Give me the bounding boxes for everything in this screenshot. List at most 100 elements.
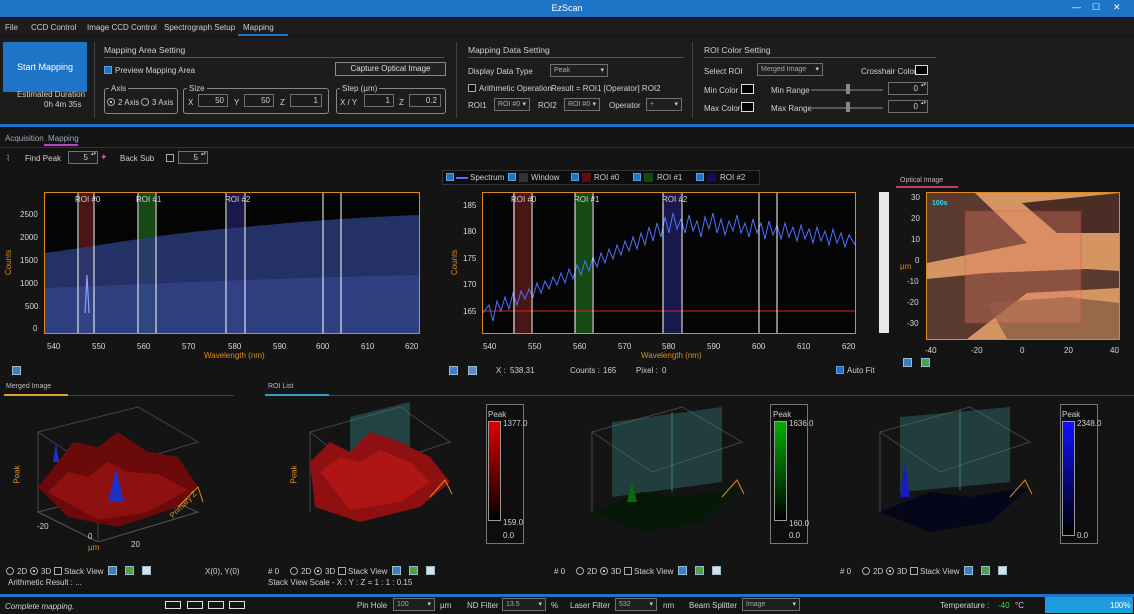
tab-mapping[interactable]: Mapping [48, 134, 79, 143]
auto-fit-checkbox[interactable] [836, 366, 844, 374]
pinhole-select[interactable]: 100 [393, 598, 435, 611]
max-color-swatch[interactable] [741, 102, 754, 112]
roi1-2d-radio[interactable] [576, 567, 584, 575]
y-axis-label: µm [900, 262, 912, 271]
menu-ccd-control[interactable]: CCD Control [31, 23, 76, 32]
peak-icon[interactable]: ⌇ [6, 153, 18, 163]
tab-optical-image[interactable]: Optical Image [900, 177, 943, 184]
maximize-icon[interactable]: ☐ [1092, 2, 1100, 13]
step-z-input[interactable]: 0.2 [409, 94, 441, 107]
tab-merged-image[interactable]: Merged Image [6, 383, 51, 390]
min-color-label: Min Color [704, 86, 739, 95]
colorbar-max: 2348.0 [1077, 419, 1102, 428]
max-range-input[interactable]: 0 [888, 100, 928, 113]
size-y-input[interactable]: 50 [244, 94, 274, 107]
menu-mapping[interactable]: Mapping [243, 23, 274, 32]
save-3d-icon[interactable] [964, 566, 973, 575]
export-3d-icon[interactable] [409, 566, 418, 575]
export-3d-icon[interactable] [981, 566, 990, 575]
min-range-slider-handle[interactable] [846, 84, 850, 94]
min-color-swatch[interactable] [741, 84, 754, 94]
step-xy-input[interactable]: 1 [364, 94, 394, 107]
find-peak-icon[interactable]: ✦ [100, 152, 110, 162]
export-image-icon[interactable] [921, 358, 930, 367]
menu-spectrograph-setup[interactable]: Spectrograph Setup [164, 23, 235, 32]
copy-3d-icon[interactable] [142, 566, 151, 575]
crosshair-color-swatch[interactable] [915, 65, 928, 75]
close-icon[interactable]: ✕ [1113, 2, 1121, 13]
save-3d-icon[interactable] [108, 566, 117, 575]
merged-3d-plot[interactable] [28, 402, 228, 543]
preview-mapping-checkbox[interactable] [104, 66, 112, 74]
copy-3d-icon[interactable] [426, 566, 435, 575]
colorbar-min: 159.0 [503, 518, 524, 527]
mapping-area-rect [964, 210, 1082, 324]
roi2-2d-radio[interactable] [862, 567, 870, 575]
export-3d-icon[interactable] [125, 566, 134, 575]
optical-image[interactable] [926, 192, 1120, 340]
capture-optical-image-button[interactable]: Capture Optical Image [335, 62, 446, 76]
roi0-stack-checkbox[interactable] [338, 567, 346, 575]
size-x-label: X [188, 98, 194, 107]
copy-3d-icon[interactable] [712, 566, 721, 575]
merged-stack-view-checkbox[interactable] [54, 567, 62, 575]
copy-3d-icon[interactable] [998, 566, 1007, 575]
min-range-input[interactable]: 0 [888, 82, 928, 95]
copy-plot-icon[interactable] [468, 366, 477, 375]
divider [104, 57, 444, 58]
roi2-select[interactable]: ROI #0 [564, 98, 600, 111]
roi2-3d-plot[interactable] [870, 402, 1050, 542]
operator-select[interactable]: + [646, 98, 682, 111]
divider [456, 42, 457, 118]
roi1-3d-plot[interactable] [582, 402, 762, 542]
axis-2-radio[interactable] [107, 98, 115, 106]
spectrum-plot[interactable] [482, 192, 856, 334]
start-mapping-button[interactable]: Start Mapping [3, 42, 87, 92]
export-3d-icon[interactable] [695, 566, 704, 575]
select-roi-select[interactable]: Merged Image [757, 63, 823, 76]
tab-roi-list[interactable]: ROI List [268, 383, 293, 390]
menu-file[interactable]: File [5, 23, 18, 32]
roi2-stack-label: Stack View [920, 567, 960, 576]
legend-roi1-checkbox[interactable] [633, 173, 641, 181]
axis-3-radio[interactable] [141, 98, 149, 106]
roi0-3d-radio[interactable] [314, 567, 322, 575]
legend-roi0-checkbox[interactable] [571, 173, 579, 181]
save-3d-icon[interactable] [678, 566, 687, 575]
save-plot-icon[interactable] [449, 366, 458, 375]
size-x-input[interactable]: 50 [198, 94, 228, 107]
save-image-icon[interactable] [903, 358, 912, 367]
roi1-stack-checkbox[interactable] [624, 567, 632, 575]
max-range-slider-handle[interactable] [846, 102, 850, 112]
display-data-type-select[interactable]: Peak [550, 64, 608, 77]
size-z-input[interactable]: 1 [290, 94, 322, 107]
laser-filter-select[interactable]: 532 [615, 598, 657, 611]
nd-filter-select[interactable]: 13.5 [502, 598, 546, 611]
roi0-2d-radio[interactable] [290, 567, 298, 575]
back-sub-input[interactable]: 5 [178, 151, 208, 164]
legend-spectrum-checkbox[interactable] [446, 173, 454, 181]
merged-3d-radio[interactable] [30, 567, 38, 575]
spectrum-map-plot[interactable] [44, 192, 420, 334]
roi1-select[interactable]: ROI #0 [494, 98, 530, 111]
back-sub-checkbox[interactable] [166, 154, 174, 162]
colorbar-max: 1377.0 [503, 419, 528, 428]
roi2-3d-radio[interactable] [886, 567, 894, 575]
save-3d-icon[interactable] [392, 566, 401, 575]
roi0-3d-plot[interactable] [290, 402, 470, 542]
roi1-3d-radio[interactable] [600, 567, 608, 575]
legend-window-checkbox[interactable] [508, 173, 516, 181]
save-plot-icon[interactable] [12, 366, 21, 375]
find-peak-input[interactable]: 5 [68, 151, 98, 164]
tab-acquisition[interactable]: Acquisition [5, 134, 44, 143]
arithmetic-checkbox[interactable] [468, 84, 476, 92]
beam-splitter-select[interactable]: Image [742, 598, 800, 611]
preview-mapping-label: Preview Mapping Area [115, 66, 196, 75]
roi2-stack-checkbox[interactable] [910, 567, 918, 575]
minimize-icon[interactable]: — [1072, 2, 1081, 12]
merged-2d-radio[interactable] [6, 567, 14, 575]
legend-roi2-checkbox[interactable] [696, 173, 704, 181]
x-tick: 590 [707, 342, 721, 351]
vertical-scrollbar[interactable] [879, 192, 889, 333]
menu-image-ccd-control[interactable]: Image CCD Control [87, 23, 157, 32]
